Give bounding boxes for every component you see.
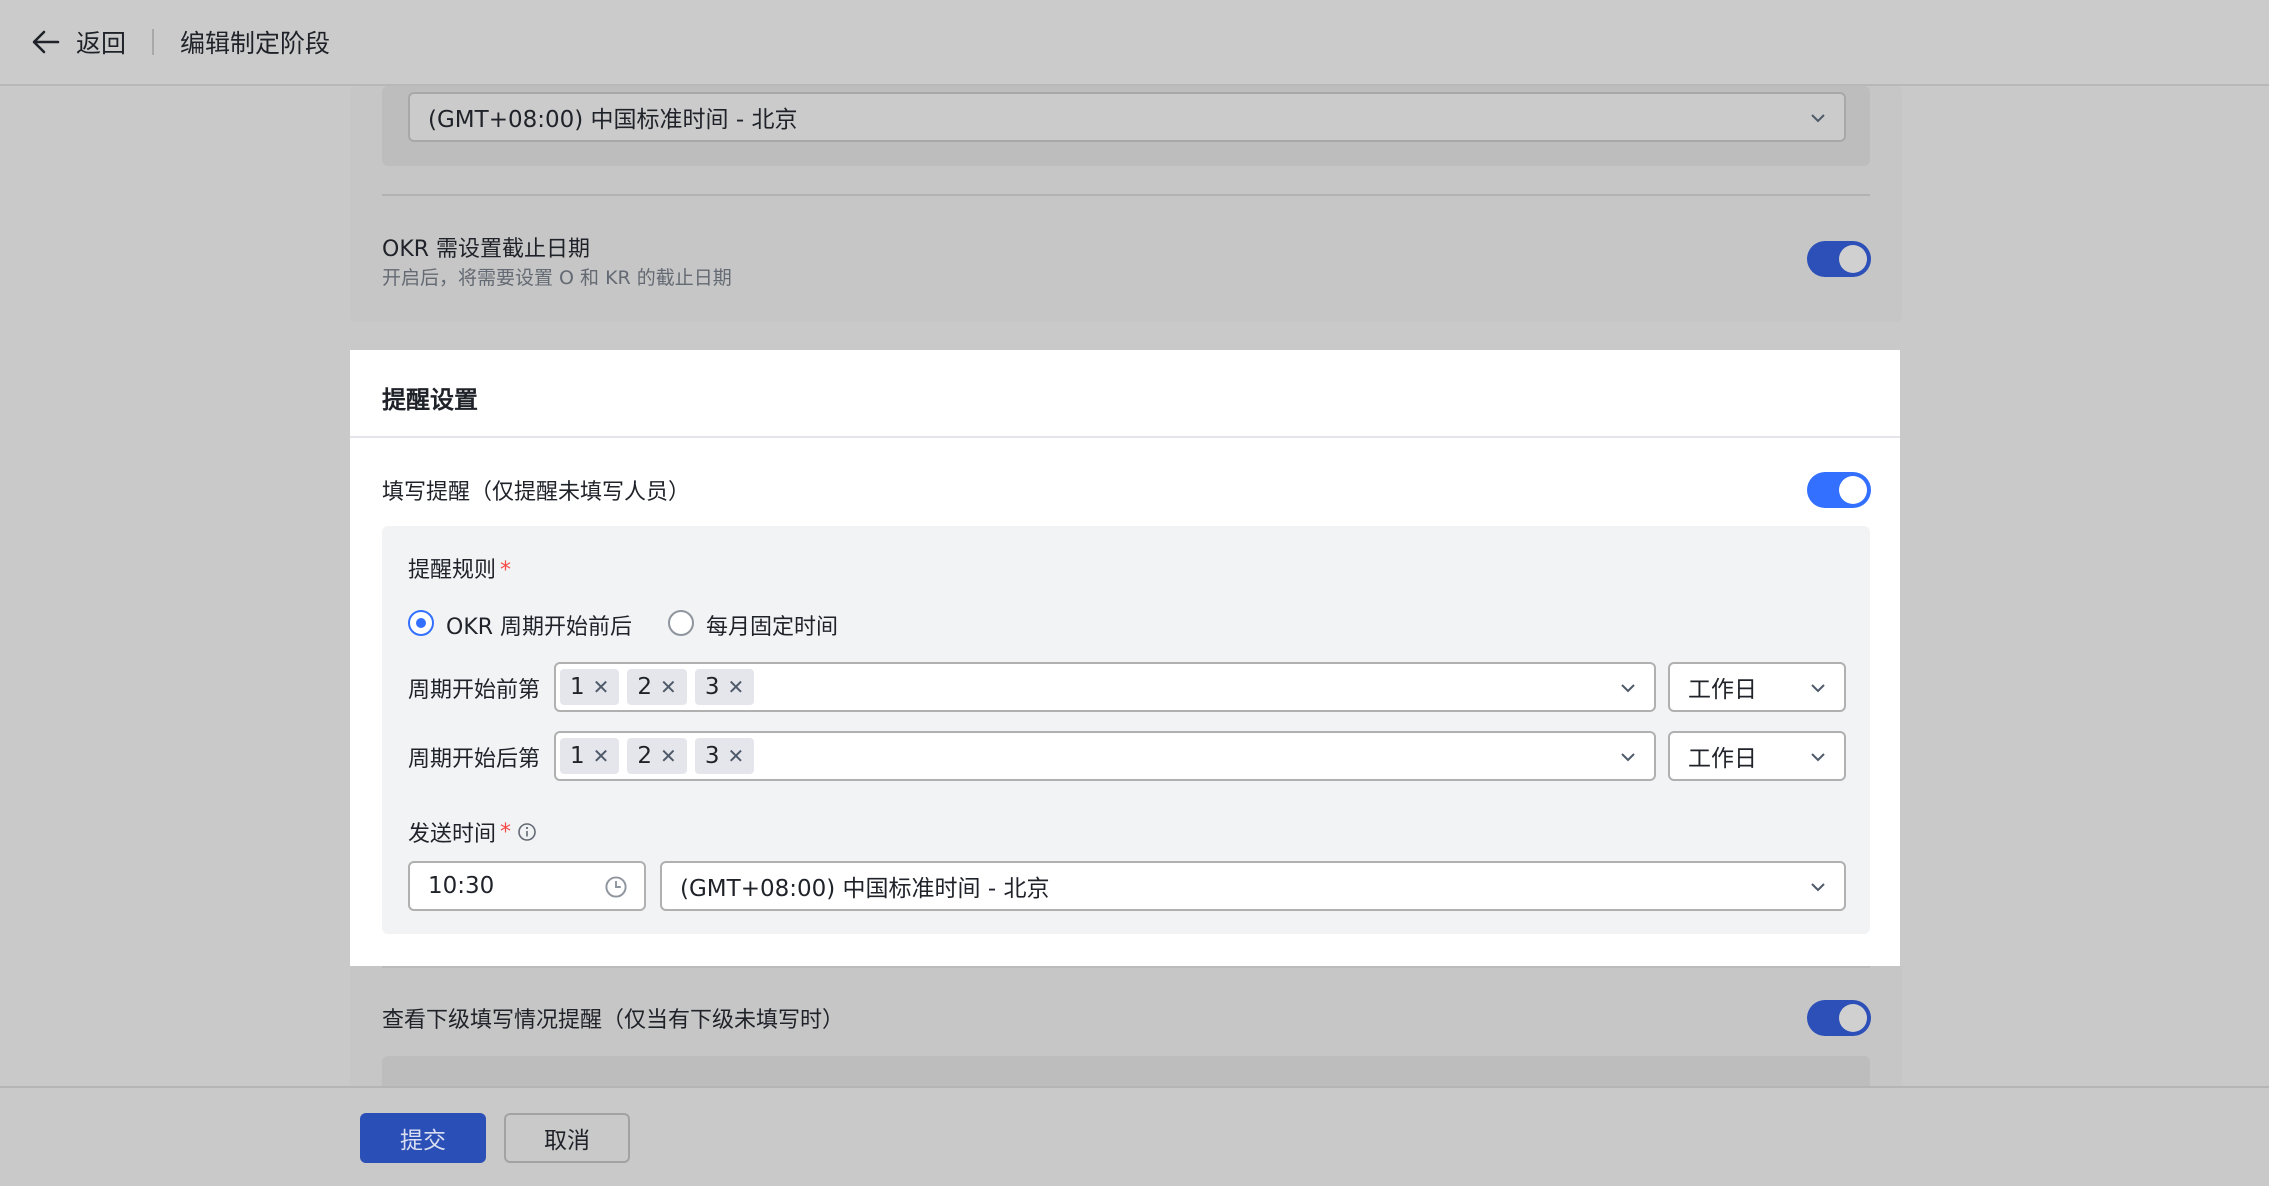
sub-reminder-panel xyxy=(382,1056,1870,1086)
rule-label-text: 提醒规则 xyxy=(408,558,497,583)
period-settings-card: (GMT+08:00) 中国标准时间 - 北京 OKR 需设置截止日期 开启后，… xyxy=(350,86,1902,322)
send-timezone-value: (GMT+08:00) 中国标准时间 - 北京 xyxy=(680,876,1050,902)
toggle-knob xyxy=(1839,245,1867,273)
time-picker[interactable]: 10:30 xyxy=(408,861,646,911)
tag-value: 2 xyxy=(637,674,653,700)
before-days-select[interactable]: 1 ✕ 2 ✕ 3 ✕ xyxy=(554,662,1656,712)
header-divider xyxy=(152,29,155,55)
tag-value: 3 xyxy=(704,743,720,769)
page-title: 编辑制定阶段 xyxy=(180,29,331,58)
tag-after-2: 2 ✕ xyxy=(627,738,687,774)
fill-reminder-toggle[interactable] xyxy=(1807,472,1871,508)
after-label: 周期开始后第 xyxy=(408,747,541,772)
required-mark: * xyxy=(500,558,512,583)
tag-before-1: 1 ✕ xyxy=(560,669,620,705)
tag-value: 1 xyxy=(570,743,585,769)
close-icon[interactable]: ✕ xyxy=(660,675,677,699)
back-button[interactable]: 返回 xyxy=(30,24,126,60)
radio-monthly-fixed[interactable] xyxy=(668,610,694,636)
deadline-desc: 开启后，将需要设置 O 和 KR 的截止日期 xyxy=(382,267,732,289)
divider xyxy=(382,966,1870,968)
reminder-settings-card: 提醒设置 填写提醒（仅提醒未填写人员） 提醒规则 * OKR 周期开始前后 每月固… xyxy=(350,350,1900,966)
radio-okr-period-label[interactable]: OKR 周期开始前后 xyxy=(446,609,632,641)
fill-reminder-title: 填写提醒（仅提醒未填写人员） xyxy=(382,480,691,505)
after-unit-select[interactable]: 工作日 xyxy=(1668,731,1846,781)
section-title: 提醒设置 xyxy=(382,386,478,414)
timezone-value: (GMT+08:00) 中国标准时间 - 北京 xyxy=(428,107,798,133)
timezone-select[interactable]: (GMT+08:00) 中国标准时间 - 北京 xyxy=(408,92,1846,142)
before-label: 周期开始前第 xyxy=(408,678,541,703)
divider xyxy=(382,194,1870,196)
close-icon[interactable]: ✕ xyxy=(593,744,610,768)
required-mark: * xyxy=(500,819,512,845)
page-header: 返回 编辑制定阶段 xyxy=(0,0,2269,86)
after-days-select[interactable]: 1 ✕ 2 ✕ 3 ✕ xyxy=(554,731,1656,781)
tag-value: 3 xyxy=(704,674,720,700)
send-timezone-select[interactable]: (GMT+08:00) 中国标准时间 - 北京 xyxy=(660,861,1846,911)
chevron-down-icon xyxy=(1811,753,1825,762)
reminder-rule-panel: 提醒规则 * OKR 周期开始前后 每月固定时间 周期开始前第 1 ✕ 2 ✕ 3 ✕ … xyxy=(382,526,1870,934)
info-icon[interactable] xyxy=(517,822,537,842)
tag-value: 1 xyxy=(570,674,585,700)
tag-value: 2 xyxy=(637,743,653,769)
submit-button[interactable]: 提交 xyxy=(360,1113,486,1163)
subordinate-reminder-card: 查看下级填写情况提醒（仅当有下级未填写时） xyxy=(350,966,1902,1086)
before-unit-value: 工作日 xyxy=(1688,677,1757,703)
tag-after-3: 3 ✕ xyxy=(694,738,755,774)
tag-before-2: 2 ✕ xyxy=(627,669,687,705)
send-time-label: 发送时间 * xyxy=(408,816,537,848)
cancel-button[interactable]: 取消 xyxy=(504,1113,630,1163)
after-unit-value: 工作日 xyxy=(1688,746,1757,772)
close-icon[interactable]: ✕ xyxy=(727,675,744,699)
sub-reminder-toggle[interactable] xyxy=(1807,1000,1871,1036)
time-value: 10:30 xyxy=(428,873,495,899)
chevron-down-icon xyxy=(1621,684,1635,693)
chevron-down-icon xyxy=(1811,114,1825,123)
send-time-label-text: 发送时间 xyxy=(408,822,497,847)
clock-icon xyxy=(605,876,627,898)
tag-before-3: 3 ✕ xyxy=(694,669,755,705)
chevron-down-icon xyxy=(1811,684,1825,693)
chevron-down-icon xyxy=(1621,753,1635,762)
chevron-down-icon xyxy=(1811,883,1825,892)
before-unit-select[interactable]: 工作日 xyxy=(1668,662,1846,712)
toggle-knob xyxy=(1839,1004,1867,1032)
radio-okr-period[interactable] xyxy=(408,610,434,636)
deadline-title: OKR 需设置截止日期 xyxy=(382,237,591,262)
tag-after-1: 1 ✕ xyxy=(560,738,620,774)
back-label: 返回 xyxy=(76,29,127,58)
close-icon[interactable]: ✕ xyxy=(593,675,610,699)
sub-reminder-title: 查看下级填写情况提醒（仅当有下级未填写时） xyxy=(382,1008,845,1033)
footer-bar: 提交 取消 xyxy=(0,1086,2269,1186)
section-divider xyxy=(350,436,1900,438)
close-icon[interactable]: ✕ xyxy=(660,744,677,768)
rule-label: 提醒规则 * xyxy=(408,552,511,584)
arrow-left-icon xyxy=(32,30,60,54)
deadline-toggle[interactable] xyxy=(1807,241,1871,277)
close-icon[interactable]: ✕ xyxy=(727,744,744,768)
toggle-knob xyxy=(1839,476,1867,504)
radio-monthly-fixed-label[interactable]: 每月固定时间 xyxy=(706,609,838,641)
